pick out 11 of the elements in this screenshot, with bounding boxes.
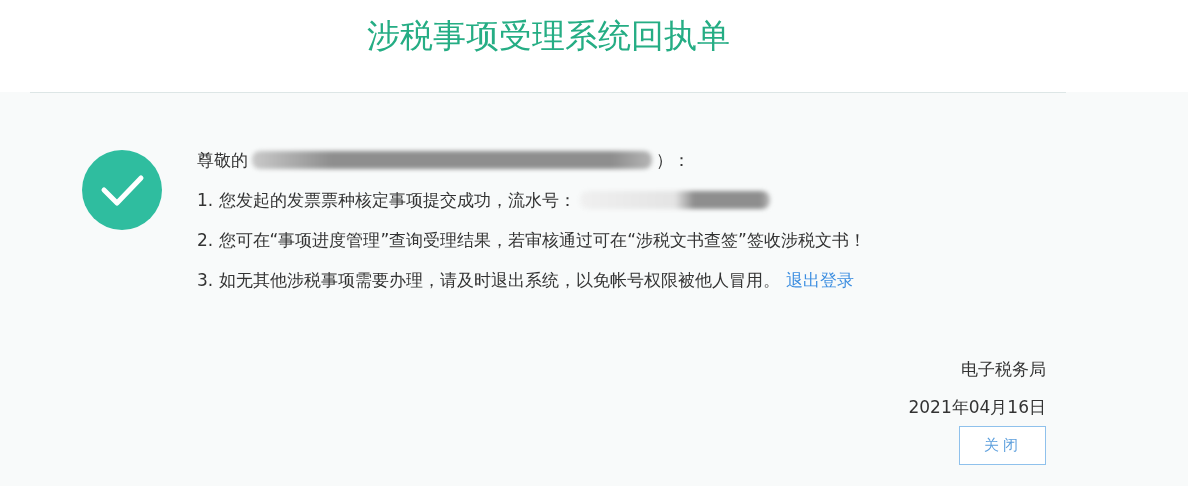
logout-link[interactable]: 退出登录 (785, 268, 854, 292)
notice-text: 3. 如无其他涉税事项需要办理，请及时退出系统，以免帐号权限被他人冒用。 (197, 268, 780, 292)
page-title: 涉税事项受理系统回执单 (366, 15, 730, 57)
close-button[interactable]: 关闭 (959, 426, 1046, 465)
notice-text: 2. 您可在“事项进度管理”查询受理结果，若审核通过可在“涉税文书查签”签收涉税文书！ (197, 228, 866, 252)
greeting-text: 尊敬的 (197, 148, 248, 172)
greeting-suffix: ）： (656, 148, 690, 172)
notice-text: 1. 您发起的发票票种核定事项提交成功，流水号： (197, 188, 576, 212)
signature-text: 电子税务局 (961, 358, 1046, 381)
success-check-icon (82, 150, 162, 230)
date-text: 2021年04月16日 (908, 396, 1046, 419)
